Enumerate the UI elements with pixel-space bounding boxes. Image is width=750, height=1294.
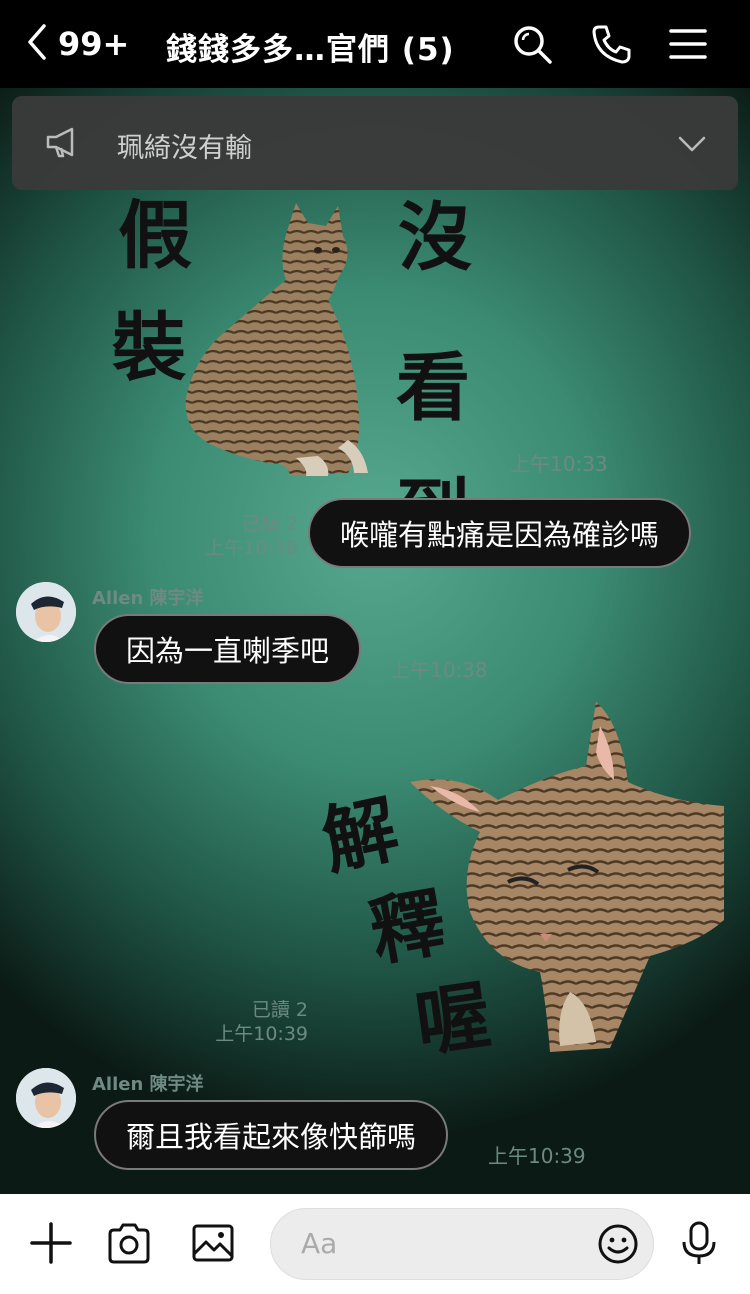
message-time: 上午10:38: [390, 658, 488, 682]
unread-count: 99+: [58, 25, 130, 63]
read-count: 已讀 2: [241, 513, 298, 535]
lying-cat-image: [410, 702, 724, 1052]
message-time: 上午10:33: [510, 452, 608, 476]
outgoing-message-bubble[interactable]: 喉嚨有點痛是因為確診嗎: [308, 498, 692, 568]
sender-name: Allen 陳宇洋: [92, 588, 204, 609]
sender-name: Allen 陳宇洋: [92, 1074, 204, 1095]
sticker-char: 裝: [112, 305, 186, 391]
sitting-cat-image: [185, 203, 368, 476]
menu-icon[interactable]: [666, 22, 710, 66]
input-placeholder: Aa: [301, 1227, 338, 1260]
read-count: 已讀 2: [251, 999, 308, 1021]
chat-title[interactable]: 錢錢多多…官們 (5): [166, 24, 455, 69]
chevron-left-icon: [24, 22, 52, 66]
message-time: 上午10:38: [205, 537, 298, 559]
sticker-char: 看: [396, 345, 470, 431]
read-receipt: 已讀 2 上午10:39: [204, 998, 308, 1046]
phone-icon[interactable]: [590, 22, 634, 66]
cat-sticker-1[interactable]: 假 裝 沒 看 到: [100, 148, 500, 556]
composer-bar: Aa: [0, 1194, 750, 1294]
incoming-message-bubble[interactable]: 爾且我看起來像快篩嗎: [94, 1100, 449, 1170]
back-button[interactable]: 99+: [24, 22, 129, 66]
message-input[interactable]: Aa: [270, 1208, 654, 1280]
message-text: 因為一直喇季吧: [126, 634, 330, 668]
announcement-text: 珮綺沒有輸: [117, 133, 252, 164]
message-text: 喉嚨有點痛是因為確診嗎: [340, 518, 660, 552]
camera-icon[interactable]: [106, 1220, 152, 1266]
chevron-down-icon[interactable]: [676, 130, 708, 158]
chat-area[interactable]: 珮綺沒有輸 假 裝 沒 看 到 上午10:33 已讀 2: [0, 88, 750, 1194]
image-icon[interactable]: [190, 1220, 236, 1266]
avatar[interactable]: [16, 1068, 76, 1128]
read-receipt: 已讀 2 上午10:38: [196, 512, 298, 560]
sticker-char: 沒: [398, 195, 472, 281]
search-icon[interactable]: [510, 22, 554, 66]
cat-sticker-2[interactable]: 解 釋 喔: [310, 698, 730, 1068]
plus-icon[interactable]: [28, 1220, 74, 1266]
announcement-bar[interactable]: 珮綺沒有輸: [12, 96, 738, 190]
message-time: 上午10:39: [215, 1023, 308, 1045]
message-text: 爾且我看起來像快篩嗎: [126, 1120, 417, 1154]
message-time: 上午10:39: [488, 1144, 586, 1168]
emoji-icon[interactable]: [597, 1223, 639, 1265]
megaphone-icon: [44, 124, 80, 160]
chat-header: 99+ 錢錢多多…官們 (5): [0, 0, 750, 88]
microphone-icon[interactable]: [676, 1220, 722, 1266]
incoming-message-bubble[interactable]: 因為一直喇季吧: [94, 614, 362, 684]
avatar[interactable]: [16, 582, 76, 642]
